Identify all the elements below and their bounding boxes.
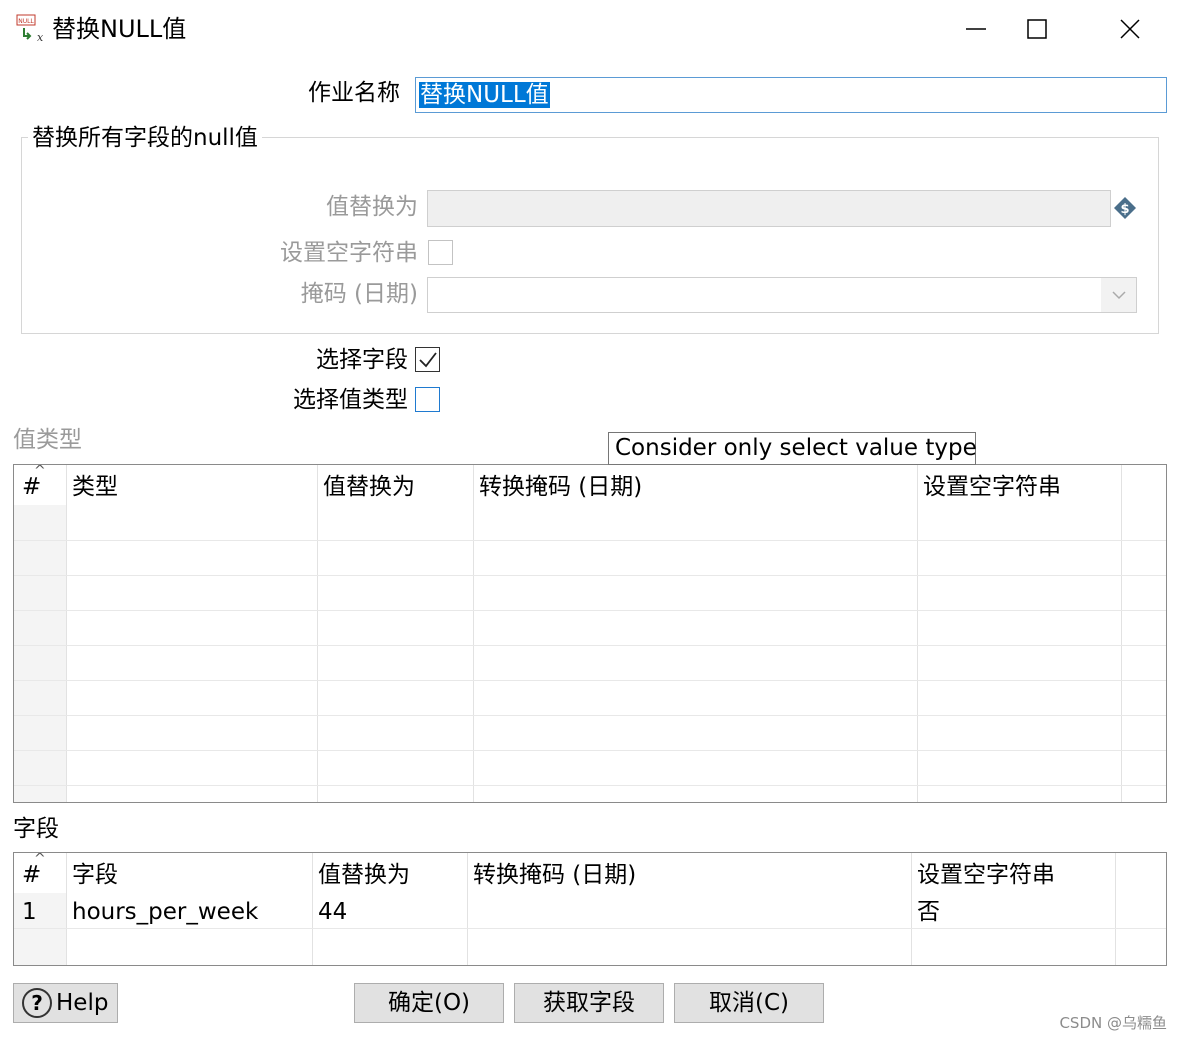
get-fields-button[interactable]: 获取字段 (514, 983, 664, 1023)
column-header-date-mask[interactable]: 转换掩码 (日期) (473, 465, 642, 505)
chevron-down-icon (1101, 278, 1136, 312)
job-name-input[interactable]: 替换NULL值 (415, 77, 1167, 113)
cancel-button[interactable]: 取消(C) (674, 983, 824, 1023)
column-header-num[interactable]: # (16, 853, 41, 893)
column-header-num[interactable]: # (16, 465, 41, 505)
replace-with-cell[interactable]: 44 (312, 895, 347, 929)
fields-title: 字段 (13, 816, 59, 842)
help-button-label: Help (56, 990, 109, 1016)
replace-with-input[interactable] (427, 190, 1111, 227)
fields-table[interactable]: ^ # 字段 值替换为 转换掩码 (日期) 设置空字符串 1 hours_per… (13, 852, 1167, 966)
watermark: CSDN @乌糯鱼 (1059, 1014, 1167, 1032)
replace-all-group-title: 替换所有字段的null值 (28, 122, 262, 154)
field-name-cell[interactable]: hours_per_week (66, 895, 258, 929)
set-empty-string-checkbox[interactable] (428, 240, 453, 265)
set-empty-string-label: 设置空字符串 (280, 240, 418, 266)
close-button[interactable] (1100, 0, 1160, 58)
svg-text:$: $ (1120, 202, 1129, 217)
column-header-date-mask[interactable]: 转换掩码 (日期) (467, 853, 636, 893)
value-types-table[interactable]: ^ # 类型 值替换为 转换掩码 (日期) 设置空字符串 (13, 464, 1167, 803)
job-name-label: 作业名称 (308, 80, 400, 106)
tooltip: Consider only select value type (608, 432, 977, 465)
minimize-icon (966, 28, 986, 30)
row-number: 1 (22, 899, 37, 925)
column-header-type[interactable]: 类型 (66, 465, 118, 505)
variable-dollar-icon[interactable]: $ (1113, 196, 1137, 220)
column-header-replace-with[interactable]: 值替换为 (312, 853, 410, 893)
help-button[interactable]: ? Help (13, 983, 118, 1023)
date-mask-label: 掩码 (日期) (300, 281, 418, 307)
help-icon: ? (22, 988, 52, 1018)
set-empty-cell[interactable]: 否 (911, 895, 940, 929)
column-header-set-empty[interactable]: 设置空字符串 (911, 853, 1055, 893)
select-value-types-checkbox[interactable] (415, 387, 440, 412)
minimize-button[interactable] (946, 0, 1006, 58)
column-header-set-empty[interactable]: 设置空字符串 (917, 465, 1061, 505)
column-header-field[interactable]: 字段 (66, 853, 118, 893)
svg-text:NULL: NULL (18, 18, 34, 25)
select-value-types-label: 选择值类型 (293, 387, 408, 413)
select-fields-checkbox[interactable] (415, 347, 440, 372)
ok-button[interactable]: 确定(O) (354, 983, 504, 1023)
close-icon (1120, 19, 1140, 39)
replace-with-label: 值替换为 (326, 194, 418, 220)
value-types-title: 值类型 (13, 427, 82, 453)
window-title: 替换NULL值 (52, 15, 187, 43)
row-header-column (14, 505, 66, 802)
maximize-icon (1027, 19, 1047, 39)
select-fields-label: 选择字段 (316, 347, 408, 373)
date-mask-select[interactable] (427, 277, 1137, 313)
svg-text:x: x (37, 31, 44, 44)
job-name-value: 替换NULL值 (419, 82, 550, 108)
checkmark-icon (418, 351, 437, 367)
null-replace-icon: NULL x (16, 14, 46, 44)
maximize-button[interactable] (1007, 0, 1067, 58)
column-header-replace-with[interactable]: 值替换为 (317, 465, 415, 505)
